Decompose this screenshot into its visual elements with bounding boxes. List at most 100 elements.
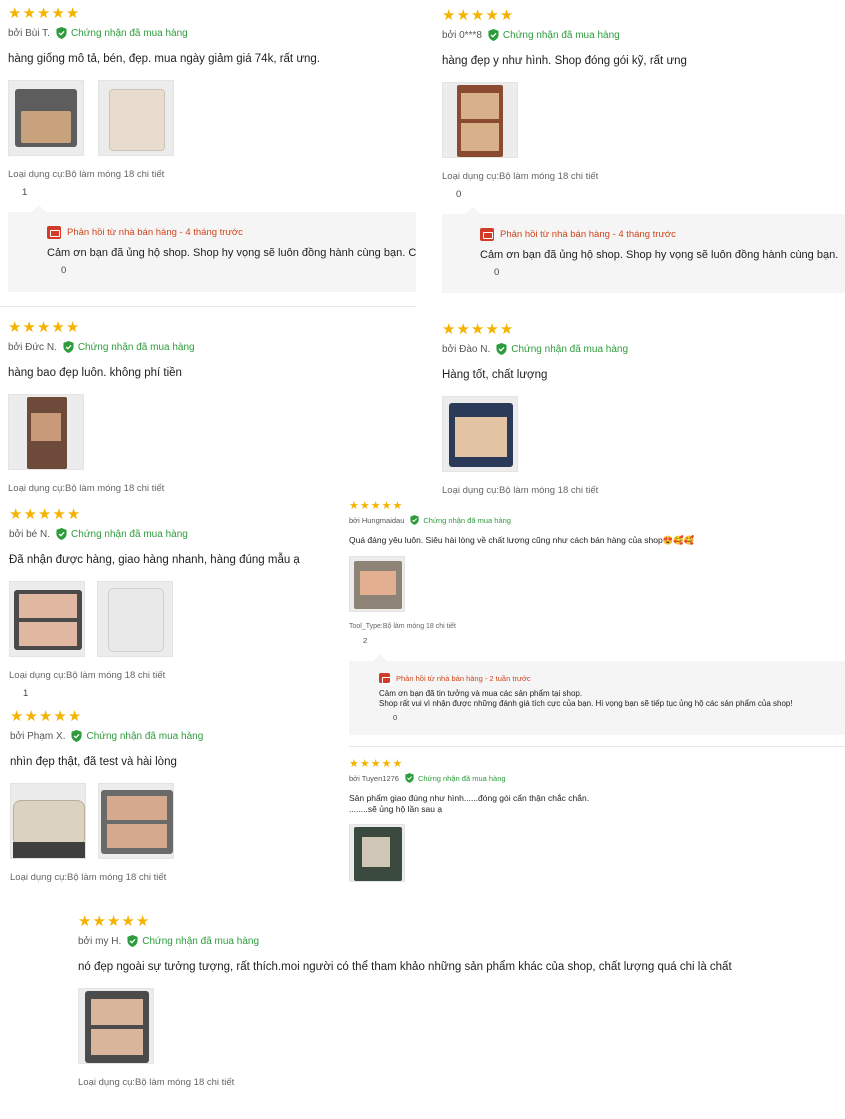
review-text: hàng giống mô tả, bén, đẹp. mua ngày giả…	[8, 53, 321, 65]
review-photo[interactable]	[8, 394, 84, 470]
star-icon: ★	[36, 5, 51, 22]
verified-badge: Chứng nhận đã mua hàng	[488, 29, 620, 41]
shield-check-icon	[405, 773, 414, 783]
review-author: bởi Đức N.	[8, 341, 57, 353]
review-author: bởi Bùi T.	[8, 27, 50, 39]
star-icon: ★	[359, 500, 370, 512]
star-icon: ★	[106, 913, 121, 930]
star-icon: ★	[381, 500, 392, 512]
reply-header: Phản hồi từ nhà bán hàng - 4 tháng trước	[67, 227, 243, 238]
shield-check-icon	[488, 29, 499, 41]
verified-label: Chứng nhận đã mua hàng	[502, 29, 620, 41]
star-icon: ★	[392, 758, 403, 770]
seller-reply: Phản hồi từ nhà bán hàng - 2 tuần trước …	[349, 654, 845, 735]
rating-stars: ★ ★ ★ ★ ★	[8, 6, 320, 22]
review-author: bởi bé N.	[9, 528, 51, 540]
verified-badge: Chứng nhận đã mua hàng	[496, 343, 628, 355]
reply-like-count[interactable]: 0	[61, 265, 416, 276]
review-photo[interactable]	[442, 396, 518, 472]
section-divider	[0, 306, 416, 307]
star-icon: ★	[78, 913, 92, 930]
verified-label: Chứng nhận đã mua hàng	[71, 528, 188, 540]
review-text: Hàng tốt, chất lượng	[442, 369, 548, 381]
star-icon: ★	[349, 758, 359, 770]
star-icon: ★	[24, 708, 38, 725]
review-photo[interactable]	[442, 82, 518, 158]
verified-badge: Chứng nhận đã mua hàng	[56, 528, 188, 540]
review-card: ★ ★ ★ ★ ★ bởi Đào N. Chứng nhận đã mua hàng …	[442, 322, 628, 496]
shield-check-icon	[410, 515, 419, 525]
review-photo[interactable]	[78, 988, 154, 1064]
like-count[interactable]: 1	[22, 187, 320, 198]
star-icon: ★	[36, 319, 51, 336]
star-icon: ★	[442, 7, 456, 24]
seller-reply: Phản hồi từ nhà bán hàng - 4 tháng trước…	[442, 207, 845, 293]
verified-label: Chứng nhận đã mua hàng	[142, 935, 260, 947]
star-icon: ★	[392, 500, 403, 512]
star-icon: ★	[51, 319, 65, 336]
star-icon: ★	[52, 506, 66, 523]
star-icon: ★	[92, 913, 106, 930]
reply-like-count[interactable]: 0	[494, 267, 845, 278]
review-card: ★ ★ ★ ★ ★ bởi 0***8 Chứng nhận đã mua hàng h…	[442, 8, 687, 200]
rating-stars: ★ ★ ★ ★ ★	[442, 8, 687, 24]
shield-check-icon	[63, 341, 74, 353]
star-icon: ★	[22, 5, 36, 22]
rating-stars: ★ ★ ★ ★ ★	[8, 320, 195, 336]
verified-badge: Chứng nhận đã mua hàng	[410, 515, 511, 525]
review-text: hàng đẹp y như hình. Shop đóng gói kỹ, r…	[442, 55, 687, 67]
review-photo[interactable]	[98, 783, 174, 859]
star-icon: ★	[456, 321, 470, 338]
review-author: bởi 0***8	[442, 29, 482, 41]
review-photo[interactable]	[349, 556, 405, 612]
star-icon: ★	[8, 319, 22, 336]
like-count[interactable]: 1	[23, 688, 300, 699]
review-photo[interactable]	[9, 581, 85, 657]
review-photo[interactable]	[10, 783, 86, 859]
shield-check-icon	[56, 528, 67, 540]
shop-icon	[47, 226, 61, 239]
star-icon: ★	[66, 506, 81, 523]
star-icon: ★	[121, 913, 135, 930]
star-icon: ★	[499, 7, 514, 24]
verified-badge: Chứng nhận đã mua hàng	[63, 341, 195, 353]
star-icon: ★	[51, 5, 65, 22]
star-icon: ★	[370, 758, 381, 770]
review-text: nhìn đẹp thật, đã test và hài lòng	[10, 756, 177, 768]
review-card: ★ ★ ★ ★ ★ bởi Phạm X. Chứng nhận đã mua hàng…	[10, 709, 203, 883]
verified-label: Chứng nhận đã mua hàng	[417, 773, 506, 783]
star-icon: ★	[8, 5, 22, 22]
review-author: bởi Đào N.	[442, 343, 491, 355]
variant-label: Loại dụng cụ:Bộ làm móng 18 chi tiết	[78, 1077, 235, 1088]
reply-like-count[interactable]: 0	[393, 713, 845, 722]
review-photo[interactable]	[8, 80, 84, 156]
star-icon: ★	[442, 321, 456, 338]
review-photo[interactable]	[97, 581, 173, 657]
review-photo[interactable]	[98, 80, 174, 156]
verified-label: Chứng nhận đã mua hàng	[423, 515, 511, 525]
reply-header: Phản hồi từ nhà bán hàng - 2 tuần trước	[396, 673, 531, 683]
review-author: bởi my H.	[78, 935, 122, 947]
rating-stars: ★ ★ ★ ★ ★	[78, 914, 732, 930]
verified-label: Chứng nhận đã mua hàng	[70, 27, 188, 39]
review-photo[interactable]	[349, 824, 405, 882]
reply-text: Shop rất vui vì nhận được những đánh giá…	[379, 699, 793, 708]
star-icon: ★	[499, 321, 514, 338]
verified-label: Chứng nhận đã mua hàng	[86, 730, 204, 742]
variant-label: Loại dụng cụ:Bộ làm móng 18 chi tiết	[442, 485, 599, 496]
verified-badge: Chứng nhận đã mua hàng	[71, 730, 203, 742]
rating-stars: ★ ★ ★ ★ ★	[442, 322, 628, 338]
shop-icon	[480, 228, 494, 241]
like-count[interactable]: 2	[363, 636, 694, 645]
star-icon: ★	[38, 708, 53, 725]
review-card: ★ ★ ★ ★ ★ bởi Hungmaidau Chứng nhận đã mua h…	[349, 500, 694, 645]
review-text: Sản phẩm giao đúng như hình......đóng gó…	[349, 793, 590, 803]
like-count[interactable]: 0	[456, 189, 687, 200]
star-icon: ★	[53, 708, 67, 725]
rating-stars: ★ ★ ★ ★ ★	[349, 758, 589, 770]
reply-header: Phản hồi từ nhà bán hàng - 4 tháng trước	[500, 229, 676, 240]
review-text: ........sẽ ủng hộ lần sau ạ	[349, 804, 443, 814]
variant-label: Loại dụng cụ:Bộ làm móng 18 chi tiết	[9, 670, 166, 681]
star-icon: ★	[370, 500, 381, 512]
star-icon: ★	[135, 913, 150, 930]
